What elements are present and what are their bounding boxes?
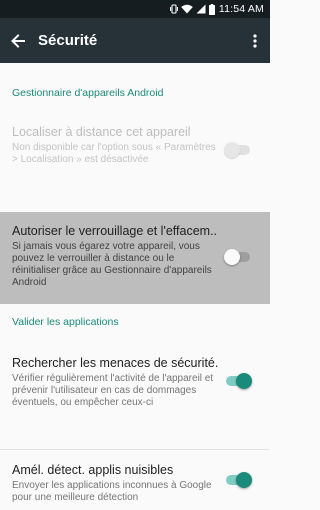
setting-allow-lock-erase[interactable]: Autoriser le verrouillage et l'effacem..… [0, 212, 270, 304]
more-options-button[interactable] [240, 18, 270, 63]
toggle-thumb [236, 472, 252, 488]
toggle-thumb [224, 249, 240, 265]
setting-summary: Non disponible car l'option sous « Param… [12, 142, 216, 165]
locate-toggle [224, 142, 252, 158]
clock: 11:54 AM [218, 3, 264, 15]
vibrate-icon [169, 4, 178, 14]
setting-title: Localiser à distance cet appareil [12, 125, 191, 139]
page-title: Sécurité [38, 32, 98, 49]
improve-detection-toggle[interactable] [224, 472, 252, 488]
setting-title: Rechercher les menaces de sécurité.. [12, 356, 218, 370]
section-header-verify-apps: Valider les applications [12, 316, 119, 328]
status-icons [169, 3, 215, 15]
signal-icon [196, 4, 206, 14]
setting-improve-detection[interactable]: Amél. détect. applis nuisibles Envoyer l… [0, 450, 270, 510]
back-arrow-icon [11, 33, 25, 48]
setting-title: Amél. détect. applis nuisibles [12, 463, 174, 477]
wifi-icon [181, 4, 193, 14]
setting-scan-threats[interactable]: Rechercher les menaces de sécurité.. Vér… [0, 344, 270, 449]
setting-title: Autoriser le verrouillage et l'effacem.. [12, 224, 218, 238]
section-header-device-manager: Gestionnaire d'appareils Android [12, 87, 164, 99]
scan-threats-toggle[interactable] [224, 373, 252, 389]
battery-icon [208, 3, 215, 15]
setting-summary: Si jamais vous égarez votre appareil, vo… [12, 241, 212, 288]
status-bar: 11:54 AM [0, 0, 270, 18]
back-button[interactable] [0, 18, 36, 63]
setting-summary: Vérifier régulièrement l'activité de l'a… [12, 373, 214, 408]
setting-locate-device: Localiser à distance cet appareil Non di… [0, 97, 270, 212]
lock-erase-toggle[interactable] [224, 249, 252, 265]
setting-summary: Envoyer les applications inconnues à Goo… [12, 480, 212, 503]
app-bar: Sécurité [0, 18, 270, 63]
settings-list: Gestionnaire d'appareils Android Localis… [0, 63, 270, 510]
toggle-thumb [224, 142, 240, 158]
more-vert-icon [253, 33, 257, 48]
toggle-thumb [236, 373, 252, 389]
